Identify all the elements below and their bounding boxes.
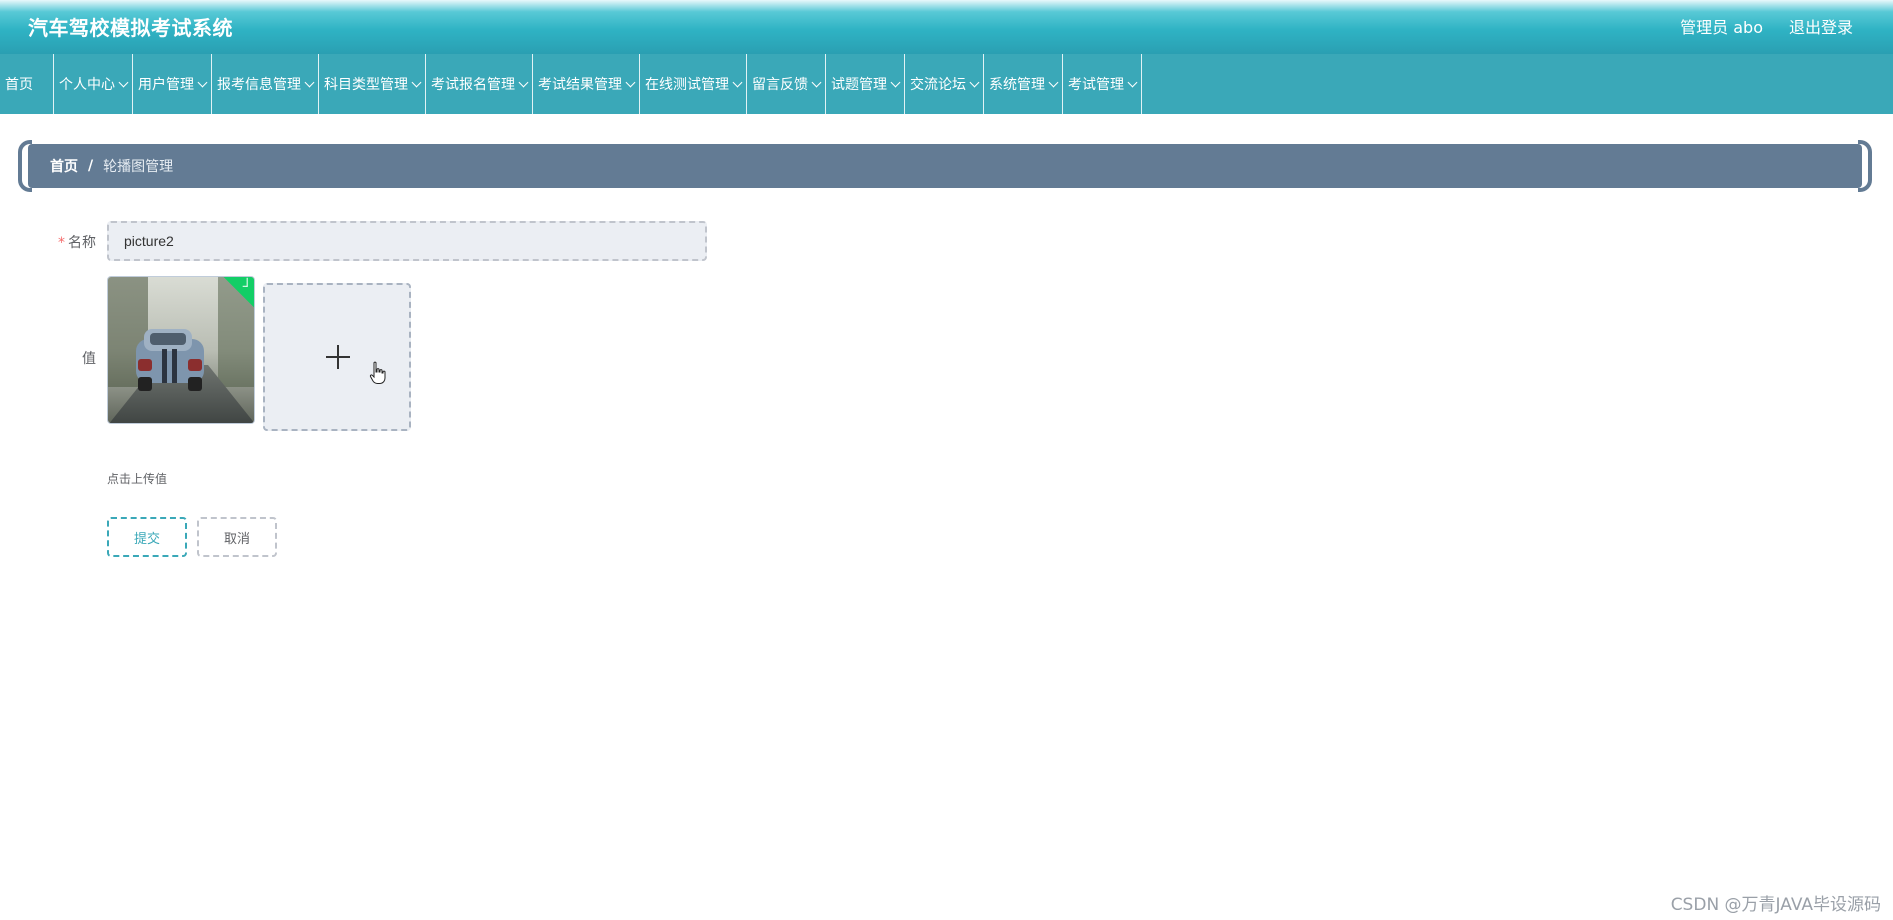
image-upload-button[interactable] [263, 283, 411, 431]
upload-tip: 点击上传值 [107, 472, 168, 486]
breadcrumb-bar: 首页 / 轮播图管理 [28, 144, 1862, 188]
nav-item-registration-info[interactable]: 报考信息管理 [212, 54, 319, 114]
nav-item-label: 用户管理 [138, 77, 194, 93]
nav-item-label: 考试结果管理 [538, 77, 622, 93]
chevron-down-icon [1048, 77, 1059, 87]
check-icon [242, 277, 248, 287]
name-label: * 名称 [16, 232, 96, 252]
top-header: 汽车驾校模拟考试系统 管理员 abo 退出登录 [0, 0, 1893, 54]
nav-item-label: 首页 [5, 77, 33, 93]
value-label: 值 [82, 351, 96, 367]
nav-item-label: 在线测试管理 [645, 77, 729, 93]
nav-item-feedback[interactable]: 留言反馈 [747, 54, 826, 114]
nav-item-label: 系统管理 [989, 77, 1045, 93]
logout-link[interactable]: 退出登录 [1789, 14, 1853, 38]
nav-item-exam-management[interactable]: 考试管理 [1063, 54, 1142, 114]
breadcrumb-home-link[interactable]: 首页 [50, 156, 78, 176]
main-nav: 首页 个人中心 用户管理 报考信息管理 科目类型管理 考试报名管理 考试结果管理… [0, 54, 1893, 114]
current-user: 管理员 abo [1680, 18, 1763, 37]
breadcrumb-separator: / [88, 158, 94, 174]
name-input[interactable] [107, 221, 707, 261]
nav-item-online-test[interactable]: 在线测试管理 [640, 54, 747, 114]
cancel-button[interactable]: 取消 [197, 517, 277, 557]
chevron-down-icon [197, 77, 208, 87]
chevron-down-icon [732, 77, 743, 87]
required-mark: * [58, 235, 65, 251]
chevron-down-icon [118, 77, 129, 87]
breadcrumb: 首页 / 轮播图管理 [18, 140, 1872, 192]
chevron-down-icon [1127, 77, 1138, 87]
nav-item-exam-results[interactable]: 考试结果管理 [533, 54, 640, 114]
nav-item-user-management[interactable]: 用户管理 [133, 54, 212, 114]
nav-item-label: 试题管理 [831, 77, 887, 93]
nav-item-forum[interactable]: 交流论坛 [905, 54, 984, 114]
submit-button[interactable]: 提交 [107, 517, 187, 557]
breadcrumb-current: 轮播图管理 [103, 159, 174, 175]
nav-item-label: 考试报名管理 [431, 77, 515, 93]
nav-item-exam-signup[interactable]: 考试报名管理 [426, 54, 533, 114]
nav-item-label: 科目类型管理 [324, 77, 408, 93]
chevron-down-icon [304, 77, 315, 87]
car-photo [108, 277, 254, 423]
nav-item-system[interactable]: 系统管理 [984, 54, 1063, 114]
nav-item-label: 留言反馈 [752, 77, 808, 93]
chevron-down-icon [890, 77, 901, 87]
nav-item-label: 考试管理 [1068, 77, 1124, 93]
chevron-down-icon [811, 77, 822, 87]
nav-item-label: 报考信息管理 [217, 77, 301, 93]
app-title: 汽车驾校模拟考试系统 [28, 16, 233, 40]
hand-pointer-cursor-icon [369, 361, 386, 384]
nav-item-label: 个人中心 [59, 77, 115, 93]
chevron-down-icon [411, 77, 422, 87]
chevron-down-icon [969, 77, 980, 87]
nav-item-questions[interactable]: 试题管理 [826, 54, 905, 114]
nav-item-home[interactable]: 首页 [0, 54, 54, 114]
nav-item-label: 交流论坛 [910, 77, 966, 93]
nav-item-personal-center[interactable]: 个人中心 [54, 54, 133, 114]
name-label-text: 名称 [68, 235, 96, 251]
chevron-down-icon [518, 77, 529, 87]
watermark: CSDN @万青JAVA毕设源码 [1670, 895, 1881, 915]
nav-item-subject-type[interactable]: 科目类型管理 [319, 54, 426, 114]
plus-icon-vertical [337, 345, 339, 369]
uploaded-image-thumbnail[interactable] [107, 276, 255, 424]
chevron-down-icon [625, 77, 636, 87]
